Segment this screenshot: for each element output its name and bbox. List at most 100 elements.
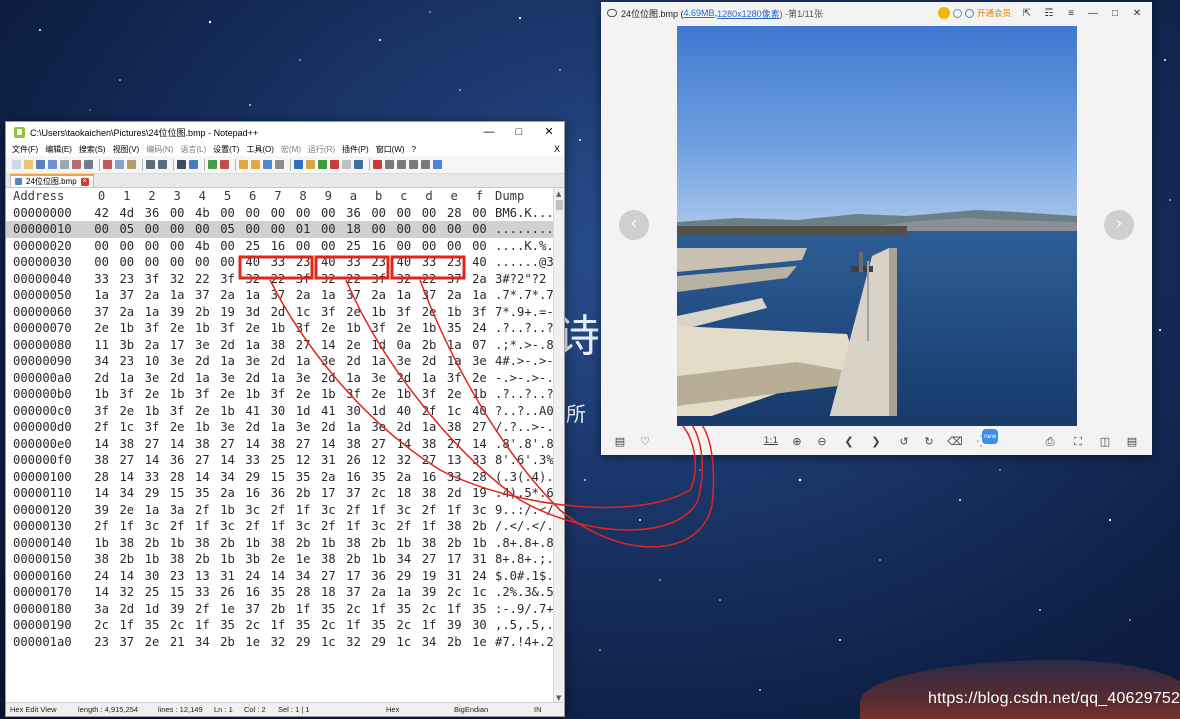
hex-byte[interactable]: 14 xyxy=(114,470,139,484)
hex-byte[interactable]: 33 xyxy=(240,453,265,467)
hex-row[interactable]: 00000020 00 00 00 00 4b 00 25 16 00 00 25 16 00 00 00 00… xyxy=(6,238,554,255)
hex-byte[interactable]: 35 xyxy=(316,602,341,616)
hex-byte[interactable]: 1b xyxy=(341,321,366,335)
word-wrap-icon[interactable] xyxy=(263,160,272,169)
hex-byte[interactable]: 2b xyxy=(291,486,316,500)
hex-byte[interactable]: 2e xyxy=(416,305,441,319)
hex-byte[interactable]: 27 xyxy=(291,437,316,451)
hex-byte[interactable]: 2a xyxy=(442,288,467,302)
menu-view[interactable]: 视图(V) xyxy=(113,144,140,155)
hex-byte[interactable]: 33 xyxy=(416,255,441,269)
hex-byte[interactable]: 16 xyxy=(240,486,265,500)
hex-byte[interactable]: 27 xyxy=(291,338,316,352)
hex-byte[interactable]: 37 xyxy=(265,288,290,302)
hex-byte[interactable]: 2e xyxy=(467,371,492,385)
maximize-icon[interactable]: □ xyxy=(1104,8,1126,19)
hex-byte[interactable]: 2e xyxy=(139,635,164,649)
hex-editor[interactable]: Address 0 1 2 3 4 5 6 7 8 9 a b c d e f … xyxy=(6,188,554,704)
hex-byte[interactable]: 3c xyxy=(391,503,416,517)
hex-byte[interactable]: 12 xyxy=(291,453,316,467)
hex-byte[interactable]: 1b xyxy=(240,536,265,550)
hex-byte[interactable]: 31 xyxy=(467,552,492,566)
menu-settings[interactable]: 设置(T) xyxy=(213,144,239,155)
hex-byte[interactable]: 38 xyxy=(165,552,190,566)
menu-encoding[interactable]: 编码(N) xyxy=(146,144,173,155)
hex-byte[interactable]: 35 xyxy=(366,618,391,632)
hex-byte[interactable]: 38 xyxy=(416,536,441,550)
hex-byte[interactable]: 27 xyxy=(114,453,139,467)
hex-byte[interactable]: 1a xyxy=(240,288,265,302)
hex-byte[interactable]: 14 xyxy=(165,437,190,451)
hex-byte[interactable]: 22 xyxy=(341,272,366,286)
print-icon[interactable] xyxy=(84,160,93,169)
hex-byte[interactable]: 25 xyxy=(139,585,164,599)
hex-byte[interactable]: 00 xyxy=(114,239,139,253)
hex-row[interactable]: 00000120 39 2e 1a 3a 2f 1b 3c 2f 1f 3c 2f 1f 3c 2f 1f 3c… xyxy=(6,502,554,519)
hex-byte[interactable]: 38 xyxy=(416,486,441,500)
hex-byte[interactable]: 3e xyxy=(291,371,316,385)
hex-row[interactable]: 000000d0 2f 1c 3f 2e 1b 3e 2d 1a 3e 2d 1a 3e 2d 1a 38 27… xyxy=(6,419,554,436)
hex-byte[interactable]: 35 xyxy=(391,602,416,616)
scroll-up-icon[interactable]: ▲ xyxy=(556,190,561,198)
viewer-file-size[interactable]: 4.69MB xyxy=(684,8,715,18)
hex-byte[interactable]: 37 xyxy=(89,305,114,319)
hex-byte[interactable]: 3f xyxy=(391,305,416,319)
hex-byte[interactable]: 2b xyxy=(341,552,366,566)
hex-byte[interactable]: 22 xyxy=(190,272,215,286)
hex-byte[interactable]: 1c xyxy=(391,635,416,649)
hex-byte[interactable]: 40 xyxy=(467,255,492,269)
hex-byte[interactable]: 1f xyxy=(190,519,215,533)
hex-byte[interactable]: 3e xyxy=(391,354,416,368)
hex-byte[interactable]: 3c xyxy=(215,519,240,533)
hex-byte[interactable]: 34 xyxy=(190,635,215,649)
hex-row[interactable]: 00000140 1b 38 2b 1b 38 2b 1b 38 2b 1b 38 2b 1b 38 2b 1b… xyxy=(6,535,554,552)
hex-byte[interactable]: 1a xyxy=(139,305,164,319)
hex-byte[interactable]: 2c xyxy=(416,602,441,616)
hex-byte[interactable]: 2e xyxy=(391,321,416,335)
hex-byte[interactable]: 40 xyxy=(316,255,341,269)
hex-byte[interactable]: 17 xyxy=(442,552,467,566)
menu-icon[interactable]: ≡ xyxy=(1060,8,1082,19)
hex-byte[interactable]: 05 xyxy=(114,222,139,236)
hex-byte[interactable]: 2c xyxy=(391,618,416,632)
hex-byte[interactable]: 00 xyxy=(215,239,240,253)
hex-byte[interactable]: 14 xyxy=(391,437,416,451)
hex-byte[interactable]: 3c xyxy=(366,519,391,533)
hex-byte[interactable]: 2b xyxy=(215,536,240,550)
hex-byte[interactable]: 1f xyxy=(416,618,441,632)
hex-byte[interactable]: 2b xyxy=(190,552,215,566)
hex-byte[interactable]: 1a xyxy=(114,371,139,385)
notepad-titlebar[interactable]: C:\Users\taokaichen\Pictures\24位位图.bmp -… xyxy=(6,122,564,142)
favorite-icon[interactable]: ♡ xyxy=(637,434,653,450)
viewer-titlebar[interactable]: 24位位图.bmp ( 4.69MB , 1280x1280像素 ) -第1/1… xyxy=(601,2,1152,24)
hex-byte[interactable]: 15 xyxy=(165,585,190,599)
hex-row[interactable]: 00000180 3a 2d 1d 39 2f 1e 37 2b 1f 35 2c 1f 35 2c 1f 35… xyxy=(6,601,554,618)
hex-byte[interactable]: 1a xyxy=(416,420,441,434)
hex-byte[interactable]: 3e xyxy=(366,371,391,385)
hex-row[interactable]: 000000a0 2d 1a 3e 2d 1a 3e 2d 1a 3e 2d 1a 3e 2d 1a 3f 2e… xyxy=(6,370,554,387)
hex-byte[interactable]: 39 xyxy=(165,602,190,616)
hex-byte[interactable]: 2f xyxy=(265,503,290,517)
fullscreen-icon[interactable]: ⇱ xyxy=(1016,8,1038,19)
hex-byte[interactable]: 30 xyxy=(341,404,366,418)
hex-byte[interactable]: 39 xyxy=(89,503,114,517)
hex-byte[interactable]: 1f xyxy=(416,519,441,533)
hex-byte[interactable]: 1f xyxy=(442,503,467,517)
hex-row[interactable]: 00000030 00 00 00 00 00 00 40 33 23 40 33 23 40 33 23 40… xyxy=(6,254,554,271)
screenshot-icon[interactable]: ◫ xyxy=(1097,434,1113,450)
hex-byte[interactable]: 2e xyxy=(139,387,164,401)
hex-byte[interactable]: 14 xyxy=(89,486,114,500)
hex-byte[interactable]: 2b xyxy=(265,602,290,616)
hex-byte[interactable]: 28 xyxy=(89,470,114,484)
hex-byte[interactable]: 3b xyxy=(240,552,265,566)
hex-byte[interactable]: 2c xyxy=(442,585,467,599)
hex-byte[interactable]: 2e xyxy=(114,503,139,517)
hex-byte[interactable]: 28 xyxy=(442,206,467,220)
hex-byte[interactable]: 35 xyxy=(139,618,164,632)
next-image-button[interactable]: › xyxy=(1104,210,1134,240)
hex-byte[interactable]: 1f xyxy=(265,519,290,533)
hex-byte[interactable]: 16 xyxy=(341,470,366,484)
hex-byte[interactable]: 00 xyxy=(139,222,164,236)
hex-byte[interactable]: 1b xyxy=(139,404,164,418)
hex-byte[interactable]: 2d xyxy=(215,338,240,352)
